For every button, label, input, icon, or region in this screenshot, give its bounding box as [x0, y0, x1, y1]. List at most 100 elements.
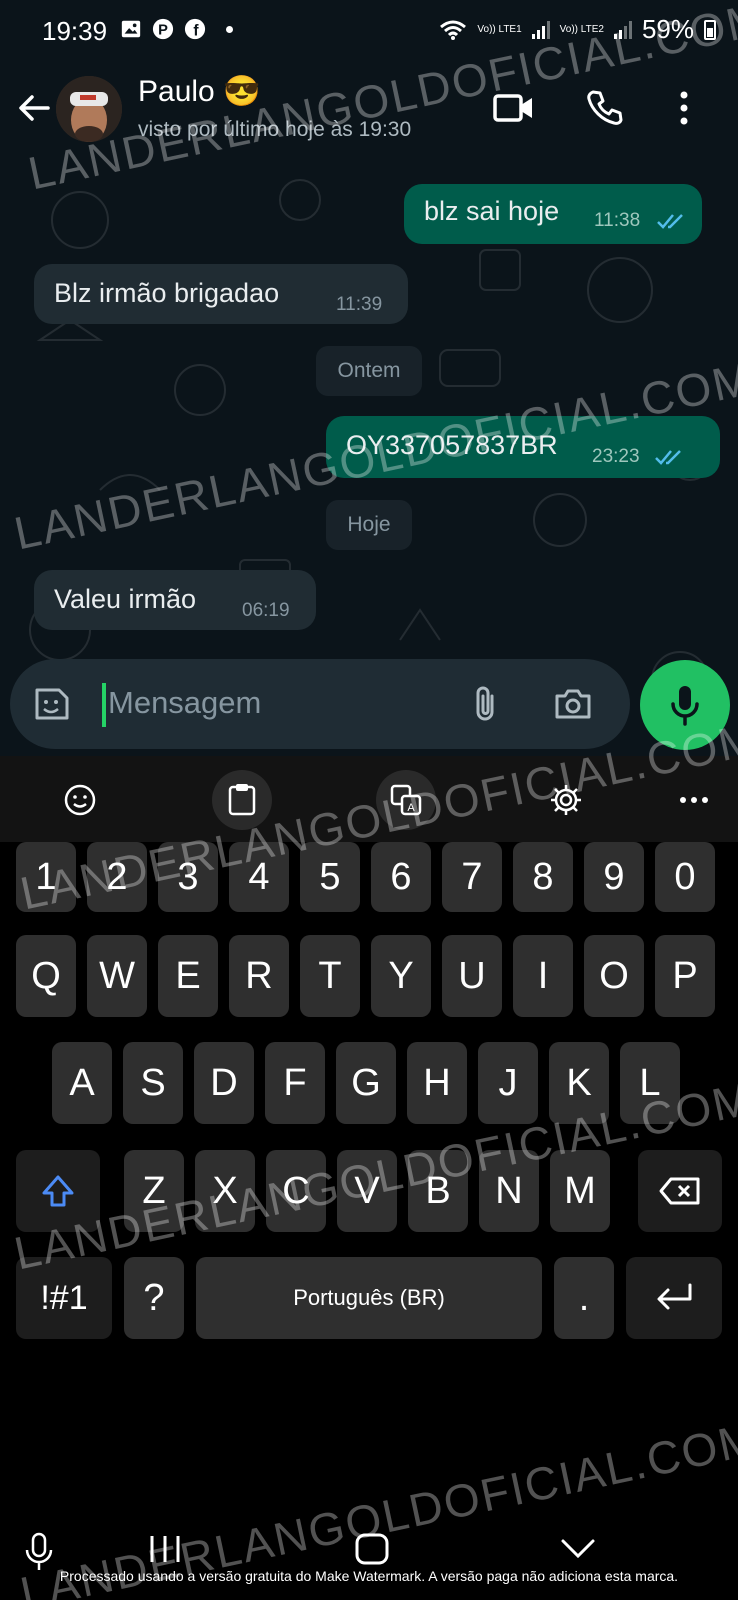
- sticker-button[interactable]: [28, 681, 74, 727]
- battery-icon: [704, 19, 716, 40]
- read-receipt-icon: [657, 214, 683, 229]
- voice-record-button[interactable]: [640, 660, 730, 750]
- message-bubble-incoming[interactable]: Valeu irmão 06:19: [34, 570, 316, 630]
- shift-key[interactable]: [16, 1150, 100, 1232]
- back-arrow-icon[interactable]: [14, 88, 54, 128]
- key-b[interactable]: B: [408, 1150, 468, 1232]
- home-icon[interactable]: [354, 1532, 390, 1566]
- emoji-button[interactable]: [50, 770, 110, 830]
- key-h[interactable]: H: [407, 1042, 467, 1124]
- message-bubble-outgoing[interactable]: blz sai hoje 11:38: [404, 184, 702, 244]
- key-n[interactable]: N: [479, 1150, 539, 1232]
- message-text: Valeu irmão: [54, 584, 197, 614]
- key-number-0[interactable]: 0: [655, 842, 715, 912]
- key-number-5[interactable]: 5: [300, 842, 360, 912]
- key-number-8[interactable]: 8: [513, 842, 573, 912]
- voice-call-button[interactable]: [580, 84, 628, 132]
- key-m[interactable]: M: [550, 1150, 610, 1232]
- enter-key[interactable]: [626, 1257, 722, 1339]
- message-input[interactable]: Mensagem: [108, 685, 261, 721]
- signal-1-icon: [531, 20, 550, 39]
- wifi-icon: [440, 20, 467, 40]
- key-k[interactable]: K: [549, 1042, 609, 1124]
- kebab-menu-icon: [680, 91, 688, 125]
- keyboard-settings-button[interactable]: [536, 770, 596, 830]
- pinterest-icon: P: [152, 18, 174, 40]
- key-u[interactable]: U: [442, 935, 502, 1017]
- recent-apps-icon[interactable]: [148, 1534, 182, 1564]
- key-p[interactable]: P: [655, 935, 715, 1017]
- hide-keyboard-icon[interactable]: [560, 1538, 596, 1560]
- key-y[interactable]: Y: [371, 935, 431, 1017]
- key-number-9[interactable]: 9: [584, 842, 644, 912]
- key-z[interactable]: Z: [124, 1150, 184, 1232]
- clipboard-button[interactable]: [212, 770, 272, 830]
- camera-button[interactable]: [550, 681, 596, 727]
- video-call-button[interactable]: [490, 84, 538, 132]
- keyboard-toolbar: A: [0, 756, 738, 842]
- key-number-4[interactable]: 4: [229, 842, 289, 912]
- contact-photo: [56, 76, 122, 142]
- more-horizontal-icon: [680, 797, 708, 803]
- translate-button[interactable]: A: [376, 770, 436, 830]
- phone-icon: [587, 90, 623, 125]
- system-nav-bar: [0, 1510, 738, 1600]
- message-text: blz sai hoje: [424, 196, 560, 226]
- key-j[interactable]: J: [478, 1042, 538, 1124]
- key-r[interactable]: R: [229, 935, 289, 1017]
- key-s[interactable]: S: [123, 1042, 183, 1124]
- backspace-key[interactable]: [638, 1150, 722, 1232]
- symbols-key[interactable]: !#1: [16, 1257, 112, 1339]
- sticker-icon: [35, 688, 69, 720]
- status-time: 19:39: [42, 16, 108, 46]
- message-composer[interactable]: Mensagem: [10, 659, 630, 749]
- watermark-footer: Processado usando a versão gratuita do M…: [59, 1568, 679, 1584]
- message-text: OY337057837BR: [346, 430, 558, 460]
- message-bubble-incoming[interactable]: Blz irmão brigadao 11:39: [34, 264, 408, 324]
- key-g[interactable]: G: [336, 1042, 396, 1124]
- video-camera-icon: [493, 94, 532, 122]
- key-number-3[interactable]: 3: [158, 842, 218, 912]
- svg-text:f: f: [193, 22, 199, 39]
- key-x[interactable]: X: [195, 1150, 255, 1232]
- key-t[interactable]: T: [300, 935, 360, 1017]
- key-e[interactable]: E: [158, 935, 218, 1017]
- key-q[interactable]: Q: [16, 935, 76, 1017]
- message-bubble-outgoing[interactable]: OY337057837BR 23:23: [326, 416, 720, 478]
- voice-input-icon[interactable]: [24, 1532, 54, 1572]
- more-options-button[interactable]: [660, 84, 708, 132]
- avatar[interactable]: [56, 76, 122, 142]
- last-seen-status: visto por último hoje às 19:30: [138, 118, 412, 141]
- attach-button[interactable]: [462, 681, 508, 727]
- space-key[interactable]: Português (BR): [196, 1257, 542, 1339]
- translate-icon: A: [390, 784, 422, 816]
- key-c[interactable]: C: [266, 1150, 326, 1232]
- date-divider: Ontem: [316, 346, 422, 396]
- message-time: 11:39: [336, 294, 383, 315]
- backspace-icon: [659, 1177, 700, 1205]
- key-number-7[interactable]: 7: [442, 842, 502, 912]
- key-number-2[interactable]: 2: [87, 842, 147, 912]
- network-label-1: Vo)) LTE1: [477, 23, 522, 35]
- svg-text:P: P: [158, 23, 168, 39]
- svg-text:A: A: [407, 802, 415, 814]
- key-w[interactable]: W: [87, 935, 147, 1017]
- period-key[interactable]: .: [554, 1257, 614, 1339]
- gear-icon: [551, 785, 581, 815]
- camera-icon: [555, 689, 591, 719]
- contact-name[interactable]: Paulo 😎: [138, 74, 260, 109]
- question-key[interactable]: ?: [124, 1257, 184, 1339]
- key-l[interactable]: L: [620, 1042, 680, 1124]
- key-a[interactable]: A: [52, 1042, 112, 1124]
- key-o[interactable]: O: [584, 935, 644, 1017]
- enter-icon: [657, 1283, 692, 1310]
- key-d[interactable]: D: [194, 1042, 254, 1124]
- key-i[interactable]: I: [513, 935, 573, 1017]
- message-text: Blz irmão brigadao: [54, 278, 280, 308]
- key-v[interactable]: V: [337, 1150, 397, 1232]
- key-number-1[interactable]: 1: [16, 842, 76, 912]
- key-number-6[interactable]: 6: [371, 842, 431, 912]
- key-f[interactable]: F: [265, 1042, 325, 1124]
- date-divider: Hoje: [326, 500, 412, 550]
- more-toolbar-button[interactable]: [664, 770, 724, 830]
